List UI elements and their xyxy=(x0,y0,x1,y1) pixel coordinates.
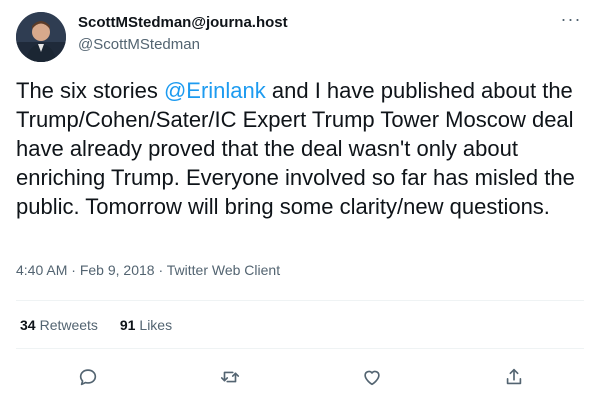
retweet-button[interactable] xyxy=(215,362,245,392)
retweets-stat[interactable]: 34 Retweets xyxy=(20,317,98,333)
likes-stat[interactable]: 91 Likes xyxy=(120,317,172,333)
retweets-label: Retweets xyxy=(39,317,98,333)
divider xyxy=(16,348,584,349)
avatar[interactable] xyxy=(16,12,66,62)
reply-icon xyxy=(79,369,97,386)
tweet-text: The six stories @Erinlank and I have pub… xyxy=(16,76,586,221)
display-name[interactable]: ScottMStedman@journa.host xyxy=(78,14,288,31)
likes-label: Likes xyxy=(139,317,173,333)
tweet-card: ScottMStedman@journa.host @ScottMStedman… xyxy=(0,0,600,400)
like-button[interactable] xyxy=(357,362,387,392)
meta-separator: · xyxy=(67,262,80,278)
tweet-client[interactable]: Twitter Web Client xyxy=(167,262,280,278)
like-icon xyxy=(364,370,380,386)
mention-link[interactable]: @Erinlank xyxy=(164,78,266,103)
user-handle[interactable]: @ScottMStedman xyxy=(78,36,200,53)
share-icon xyxy=(506,368,522,385)
more-options-button[interactable]: ··· xyxy=(556,10,586,34)
tweet-date[interactable]: Feb 9, 2018 xyxy=(80,262,155,278)
retweets-count: 34 xyxy=(20,317,36,333)
action-bar xyxy=(0,358,600,394)
retweet-icon xyxy=(220,371,240,383)
likes-count: 91 xyxy=(119,317,136,333)
tweet-time[interactable]: 4:40 AM xyxy=(16,262,67,278)
share-button[interactable] xyxy=(499,362,529,392)
meta-separator: · xyxy=(154,262,167,278)
engagement-stats: 34 Retweets 91 Likes xyxy=(20,317,190,333)
divider xyxy=(16,300,584,301)
reply-button[interactable] xyxy=(73,362,103,392)
tweet-text-start: The six stories xyxy=(16,78,164,103)
tweet-meta: 4:40 AM · Feb 9, 2018 · Twitter Web Clie… xyxy=(16,262,280,278)
